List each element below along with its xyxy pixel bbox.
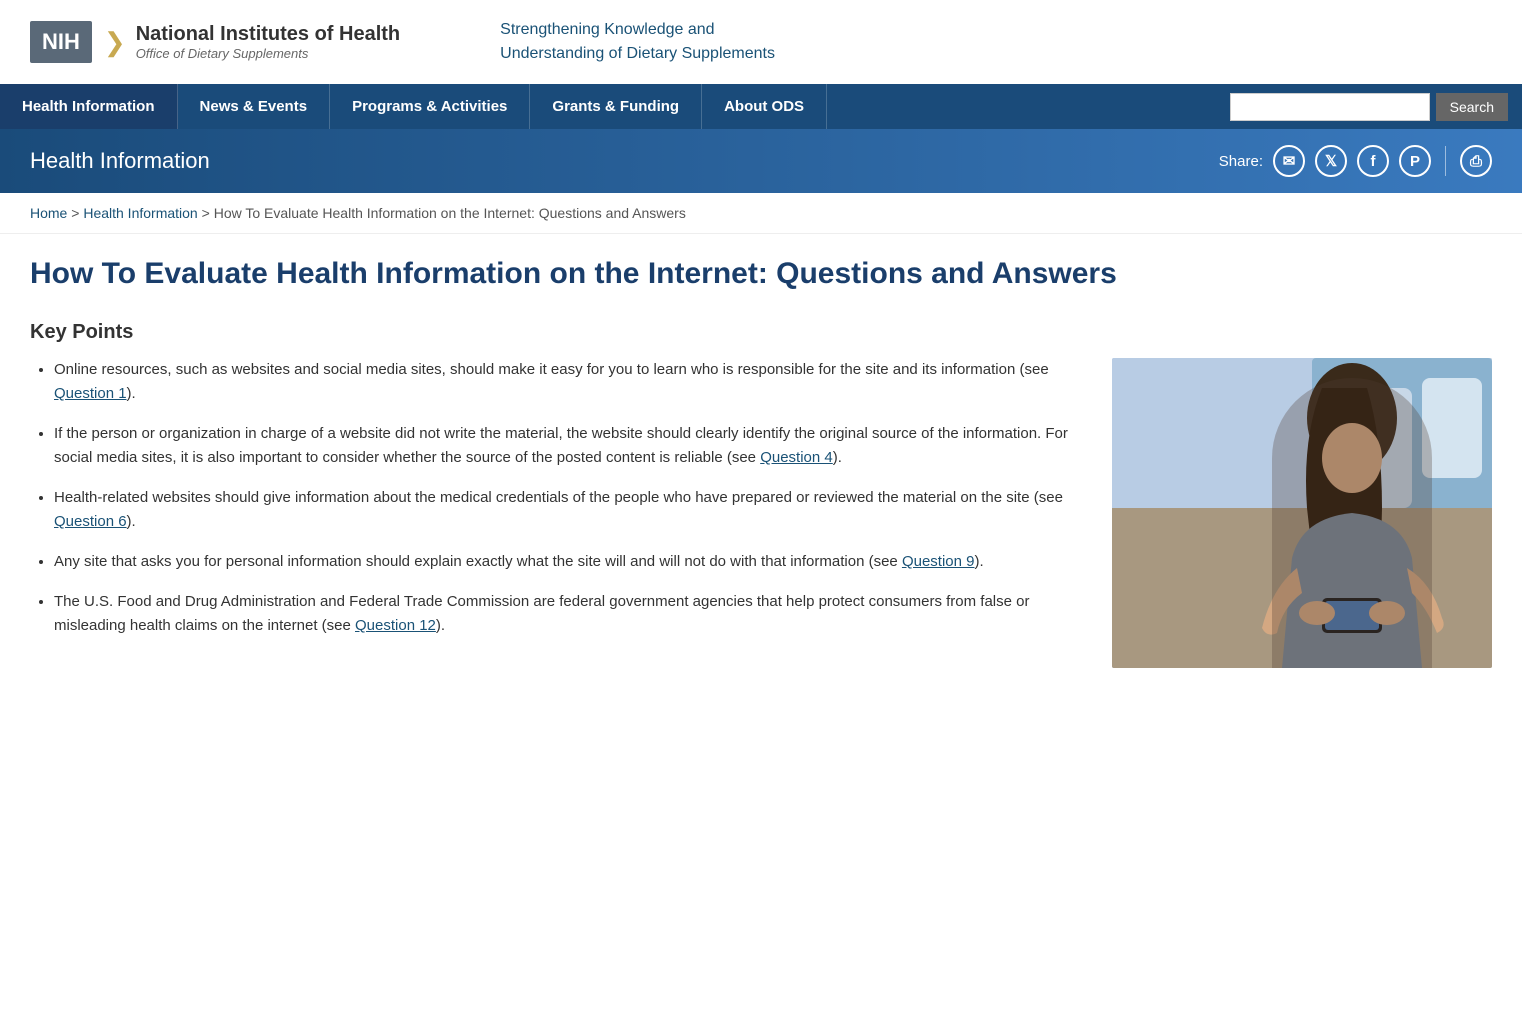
- twitter-share-icon[interactable]: 𝕏: [1315, 145, 1347, 177]
- nav-item-health-information[interactable]: Health Information: [0, 84, 178, 129]
- main-navigation: Health Information News & Events Program…: [0, 84, 1522, 129]
- bullet-text-1: Online resources, such as websites and s…: [54, 361, 1049, 378]
- question9-link[interactable]: Question 9: [902, 553, 975, 570]
- nih-org-name: National Institutes of Health: [136, 23, 400, 46]
- search-area: Search: [1216, 84, 1522, 129]
- text-area: Online resources, such as websites and s…: [30, 358, 1082, 654]
- breadcrumb-sep1: >: [71, 205, 83, 221]
- bullet-text-4: Any site that asks you for personal info…: [54, 553, 902, 570]
- nav-item-programs-activities[interactable]: Programs & Activities: [330, 84, 530, 129]
- list-item: Health-related websites should give info…: [54, 486, 1082, 534]
- bullet-text-5: The U.S. Food and Drug Administration an…: [54, 593, 1029, 634]
- share-area: Share: ✉ 𝕏 f P ⎙: [1219, 145, 1492, 177]
- nav-item-grants-funding[interactable]: Grants & Funding: [530, 84, 702, 129]
- section-title: Health Information: [30, 148, 210, 174]
- question4-link[interactable]: Question 4: [760, 449, 833, 466]
- list-item: Online resources, such as websites and s…: [54, 358, 1082, 406]
- bullet-text-2: If the person or organization in charge …: [54, 425, 1068, 466]
- nih-logo: NIH ❯ National Institutes of Health Offi…: [30, 21, 400, 63]
- print-share-icon[interactable]: ⎙: [1460, 145, 1492, 177]
- question12-link[interactable]: Question 12: [355, 617, 436, 634]
- facebook-share-icon[interactable]: f: [1357, 145, 1389, 177]
- nav-item-about-ods[interactable]: About ODS: [702, 84, 827, 129]
- content-area: Online resources, such as websites and s…: [30, 358, 1492, 668]
- chevron-icon: ❯: [104, 27, 126, 58]
- share-label: Share:: [1219, 153, 1263, 170]
- list-item: Any site that asks you for personal info…: [54, 550, 1082, 574]
- tagline-line2: Understanding of Dietary Supplements: [500, 45, 775, 62]
- key-points-list: Online resources, such as websites and s…: [30, 358, 1082, 638]
- nih-abbreviation: NIH: [30, 21, 92, 63]
- breadcrumb-current: How To Evaluate Health Information on th…: [214, 205, 686, 221]
- breadcrumb-sep2: >: [202, 205, 214, 221]
- section-header: Health Information Share: ✉ 𝕏 f P ⎙: [0, 129, 1522, 193]
- search-button[interactable]: Search: [1436, 93, 1508, 121]
- breadcrumb-home[interactable]: Home: [30, 205, 67, 221]
- page-title: How To Evaluate Health Information on th…: [30, 254, 1492, 293]
- question6-link[interactable]: Question 6: [54, 513, 127, 530]
- nih-text-block: National Institutes of Health Office of …: [136, 23, 400, 61]
- header-tagline: Strengthening Knowledge and Understandin…: [500, 18, 775, 66]
- page-header: NIH ❯ National Institutes of Health Offi…: [0, 0, 1522, 84]
- bullet-text-3: Health-related websites should give info…: [54, 489, 1063, 506]
- pinterest-share-icon[interactable]: P: [1399, 145, 1431, 177]
- main-content: How To Evaluate Health Information on th…: [0, 234, 1522, 708]
- key-points-heading: Key Points: [30, 321, 1492, 344]
- email-share-icon[interactable]: ✉: [1273, 145, 1305, 177]
- question1-link[interactable]: Question 1: [54, 385, 127, 402]
- breadcrumb-health-info[interactable]: Health Information: [83, 205, 197, 221]
- nih-org-sub: Office of Dietary Supplements: [136, 46, 400, 61]
- search-input[interactable]: [1230, 93, 1430, 121]
- article-image: [1112, 358, 1492, 668]
- list-item: If the person or organization in charge …: [54, 422, 1082, 470]
- tagline-line1: Strengthening Knowledge and: [500, 21, 714, 38]
- share-divider: [1445, 146, 1446, 176]
- image-area: [1112, 358, 1492, 668]
- nav-item-news-events[interactable]: News & Events: [178, 84, 331, 129]
- list-item: The U.S. Food and Drug Administration an…: [54, 590, 1082, 638]
- breadcrumb: Home > Health Information > How To Evalu…: [0, 193, 1522, 234]
